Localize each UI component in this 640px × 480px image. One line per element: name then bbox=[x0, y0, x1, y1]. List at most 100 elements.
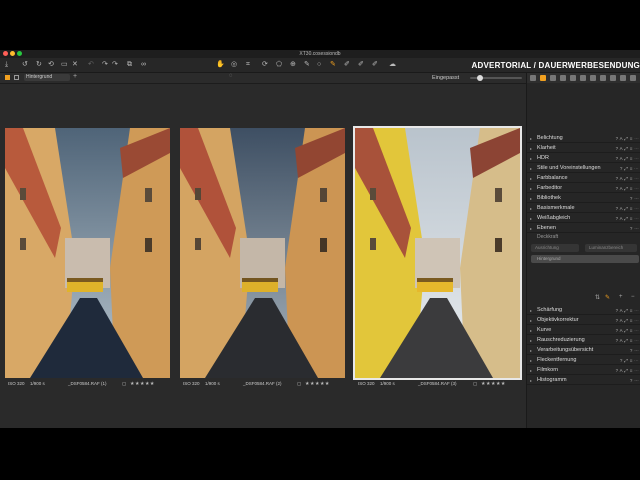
lens-tab-icon[interactable] bbox=[560, 75, 566, 81]
tool-controls[interactable]: ? A ⤢ ≡ ⋯ bbox=[616, 326, 639, 335]
expand-arrow-icon[interactable]: ▸ bbox=[530, 174, 532, 183]
tool-controls[interactable]: ? ⋯ bbox=[630, 346, 639, 355]
output-tab-icon[interactable] bbox=[610, 75, 616, 81]
tool-row-top-1[interactable]: ▸ Klarheit ? A ⤢ ≡ ⋯ bbox=[527, 144, 640, 153]
library-tab-icon[interactable] bbox=[530, 75, 536, 81]
reset-icon[interactable]: ⟲ bbox=[48, 61, 54, 69]
delete-icon[interactable]: ✕ bbox=[72, 61, 78, 69]
tool-row-top-9[interactable]: ▸ Ebenen ? ⋯ bbox=[527, 224, 640, 233]
zoom-slider-handle[interactable] bbox=[477, 75, 484, 81]
undo-icon[interactable]: ↶ bbox=[88, 61, 94, 69]
color-tab-icon[interactable] bbox=[570, 75, 576, 81]
expand-arrow-icon[interactable]: ▸ bbox=[530, 326, 532, 335]
rotate-tool-icon[interactable]: ⟳ bbox=[262, 61, 268, 69]
eraser-icon[interactable]: ✐ bbox=[358, 61, 364, 69]
tool-row-bottom-6[interactable]: ▸ Filmkorn ? A ⤢ ≡ ⋯ bbox=[527, 366, 640, 375]
expand-arrow-icon[interactable]: ▸ bbox=[530, 154, 532, 163]
pan-hand-icon[interactable]: ✋ bbox=[216, 61, 225, 69]
spot-removal-icon[interactable]: ⊕ bbox=[290, 61, 296, 69]
photo-variant-2[interactable] bbox=[180, 128, 345, 378]
photo-3-rating[interactable]: ★★★★★ bbox=[481, 381, 506, 387]
tool-row-top-8[interactable]: ▸ Weißabgleich ? A ⤢ ≡ ⋯ bbox=[527, 214, 640, 223]
expand-arrow-icon[interactable]: ▸ bbox=[530, 336, 532, 345]
brush-icon[interactable]: ✎ bbox=[330, 61, 336, 69]
tool-controls[interactable]: ? A ⤢ ≡ ⋯ bbox=[616, 154, 639, 163]
expand-arrow-icon[interactable]: ▸ bbox=[530, 164, 532, 173]
photo-1-checkbox[interactable]: ▢ bbox=[122, 381, 126, 387]
tool-controls[interactable]: ? A ⤢ ≡ ⋯ bbox=[616, 174, 639, 183]
single-view-icon[interactable] bbox=[14, 75, 19, 80]
tool-controls[interactable]: ? A ⤢ ≡ ⋯ bbox=[616, 306, 639, 315]
tool-row-top-6[interactable]: ▸ Bibliothek ? ⋯ bbox=[527, 194, 640, 203]
layer-options-icon[interactable]: ⇅ bbox=[595, 294, 600, 301]
expand-arrow-icon[interactable]: ▸ bbox=[530, 204, 532, 213]
tool-controls[interactable]: ? ⋯ bbox=[630, 376, 639, 385]
add-layer-panel-icon[interactable]: + bbox=[619, 294, 623, 300]
adjust-tab-icon[interactable] bbox=[540, 75, 546, 81]
tool-row-top-2[interactable]: ▸ HDR ? A ⤢ ≡ ⋯ bbox=[527, 154, 640, 163]
zoom-label[interactable]: Eingepasst bbox=[432, 74, 459, 82]
expand-arrow-icon[interactable]: ▸ bbox=[530, 134, 532, 143]
loupe-icon[interactable]: ◎ bbox=[231, 61, 237, 69]
sync-icon[interactable]: ◌ bbox=[229, 73, 233, 79]
annotation-icon[interactable]: ✐ bbox=[372, 61, 378, 69]
photo-1-rating[interactable]: ★★★★★ bbox=[130, 381, 155, 387]
expand-arrow-icon[interactable]: ▸ bbox=[530, 376, 532, 385]
tool-row-bottom-2[interactable]: ▸ Kurve ? A ⤢ ≡ ⋯ bbox=[527, 326, 640, 335]
tool-controls[interactable]: ? A ⤢ ≡ ⋯ bbox=[616, 184, 639, 193]
expand-arrow-icon[interactable]: ▸ bbox=[530, 316, 532, 325]
tool-row-bottom-7[interactable]: ▸ Histogramm ? ⋯ bbox=[527, 376, 640, 385]
tool-controls[interactable]: ? A ⤢ ≡ ⋯ bbox=[616, 134, 639, 143]
tool-controls[interactable]: ? A ⤢ ≡ ⋯ bbox=[616, 144, 639, 153]
expand-arrow-icon[interactable]: ▸ bbox=[530, 184, 532, 193]
expand-arrow-icon[interactable]: ▸ bbox=[530, 194, 532, 203]
picker-icon[interactable]: ✎ bbox=[304, 61, 310, 69]
tool-row-top-4[interactable]: ▸ Farbbalance ? A ⤢ ≡ ⋯ bbox=[527, 174, 640, 183]
cloud-icon[interactable]: ☁ bbox=[389, 61, 396, 69]
layer-alignment-button[interactable]: Ausrichtung bbox=[531, 244, 579, 252]
gradient-icon[interactable]: ✐ bbox=[344, 61, 350, 69]
tool-controls[interactable]: ? ⋯ bbox=[630, 224, 639, 233]
compare-icon[interactable]: ⧉ bbox=[127, 61, 132, 69]
photo-2-rating[interactable]: ★★★★★ bbox=[305, 381, 330, 387]
photo-variant-3[interactable] bbox=[353, 126, 522, 380]
redo-icon[interactable]: ↷ bbox=[102, 61, 108, 69]
expand-arrow-icon[interactable]: ▸ bbox=[530, 366, 532, 375]
tool-controls[interactable]: ? ⤢ ≡ ⋯ bbox=[620, 164, 639, 173]
capture-tab-icon[interactable] bbox=[550, 75, 556, 81]
tool-row-bottom-5[interactable]: ▸ Fleckentfernung ? ⤢ ≡ ⋯ bbox=[527, 356, 640, 365]
tool-controls[interactable]: ? ⋯ bbox=[630, 194, 639, 203]
crop-icon[interactable]: ⌗ bbox=[246, 61, 250, 69]
tool-row-top-3[interactable]: ▸ Stile und Voreinstellungen ? ⤢ ≡ ⋯ bbox=[527, 164, 640, 173]
tool-controls[interactable]: ? ⤢ ≡ ⋯ bbox=[620, 356, 639, 365]
proof-glasses-icon[interactable]: ∞ bbox=[141, 61, 146, 69]
background-layer-item[interactable]: Hintergrund bbox=[531, 255, 639, 263]
exposure-tab-icon[interactable] bbox=[580, 75, 586, 81]
expand-arrow-icon[interactable]: ▸ bbox=[530, 214, 532, 223]
tool-controls[interactable]: ? A ⤢ ≡ ⋯ bbox=[616, 316, 639, 325]
tool-row-top-5[interactable]: ▸ Farbeditor ? A ⤢ ≡ ⋯ bbox=[527, 184, 640, 193]
import-icon[interactable]: ⤓ bbox=[5, 61, 8, 69]
layer-brush-icon[interactable]: ✎ bbox=[605, 294, 610, 301]
tool-controls[interactable]: ? A ⤢ ≡ ⋯ bbox=[616, 214, 639, 223]
layer-select[interactable]: Hintergrund bbox=[24, 74, 70, 81]
add-layer-icon[interactable]: + bbox=[73, 73, 77, 80]
tool-row-bottom-0[interactable]: ▸ Schärfung ? A ⤢ ≡ ⋯ bbox=[527, 306, 640, 315]
expand-arrow-icon[interactable]: ▸ bbox=[530, 356, 532, 365]
expand-arrow-icon[interactable]: ▸ bbox=[530, 224, 532, 233]
tool-row-bottom-4[interactable]: ▸ Verarbeitungsübersicht ? ⋯ bbox=[527, 346, 640, 355]
circle-icon[interactable]: ○ bbox=[317, 61, 321, 69]
expand-arrow-icon[interactable]: ▸ bbox=[530, 144, 532, 153]
tool-row-top-0[interactable]: ▸ Belichtung ? A ⤢ ≡ ⋯ bbox=[527, 134, 640, 143]
folder-icon[interactable]: ▭ bbox=[61, 61, 68, 69]
metadata-tab-icon[interactable] bbox=[600, 75, 606, 81]
photo-variant-1[interactable] bbox=[5, 128, 170, 378]
grid-view-icon[interactable] bbox=[5, 75, 10, 80]
photo-3-checkbox[interactable]: ▢ bbox=[473, 381, 477, 387]
rotate-left-icon[interactable]: ↺ bbox=[22, 61, 28, 69]
tool-controls[interactable]: ? A ⤢ ≡ ⋯ bbox=[616, 366, 639, 375]
more-tab-icon[interactable] bbox=[630, 75, 636, 81]
tool-controls[interactable]: ? A ⤢ ≡ ⋯ bbox=[616, 336, 639, 345]
rotate-right-icon[interactable]: ↻ bbox=[36, 61, 42, 69]
expand-arrow-icon[interactable]: ▸ bbox=[530, 306, 532, 315]
